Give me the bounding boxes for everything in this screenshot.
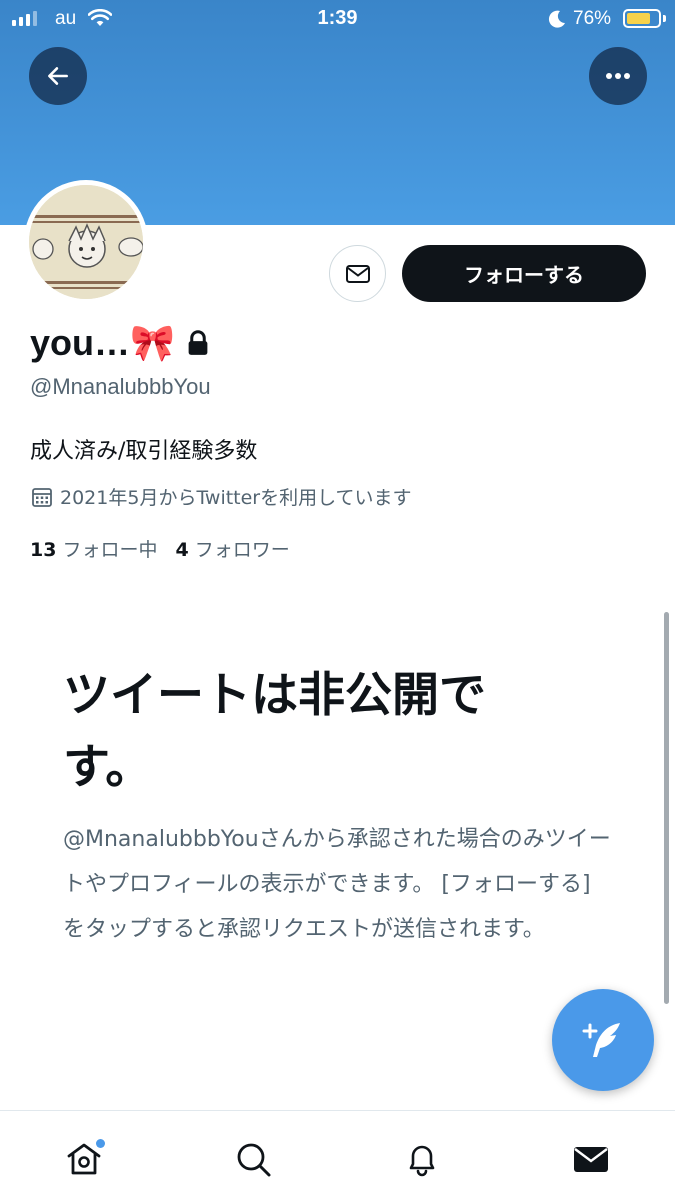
arrow-left-icon (48, 67, 68, 85)
envelope-icon (574, 1147, 608, 1172)
following-label: フォロー中 (62, 539, 158, 561)
display-name: you…🎀 (30, 322, 175, 363)
tab-messages[interactable] (561, 1129, 621, 1189)
followers-count: 4 (175, 539, 189, 561)
moon-icon (548, 10, 565, 28)
search-icon (237, 1143, 271, 1177)
scroll-indicator[interactable] (664, 612, 669, 1004)
follow-stats: 13 フォロー中 4 フォロワー (30, 535, 290, 562)
followers-link[interactable]: 4 フォロワー (175, 535, 289, 562)
calendar-icon (32, 487, 52, 507)
message-button[interactable] (329, 245, 386, 302)
status-bar: au 1:39 76% (0, 0, 675, 40)
tab-home[interactable] (54, 1129, 114, 1189)
bottom-tab-bar (0, 1110, 675, 1200)
following-link[interactable]: 13 フォロー中 (30, 535, 157, 562)
back-button[interactable] (29, 47, 87, 105)
joined-text: 2021年5月からTwitterを利用しています (60, 487, 412, 509)
profile-avatar[interactable] (24, 180, 148, 304)
compose-tweet-button[interactable] (552, 989, 654, 1091)
following-count: 13 (30, 539, 57, 561)
follow-button[interactable]: フォローする (402, 245, 646, 302)
tab-notifications[interactable] (392, 1129, 452, 1189)
profile-name-row: you…🎀 (30, 322, 213, 364)
avatar-image (29, 185, 143, 299)
joined-date: 2021年5月からTwitterを利用しています (30, 483, 412, 510)
battery-level (627, 13, 650, 24)
battery-percent: 76% (573, 8, 612, 29)
home-new-indicator (96, 1139, 105, 1148)
lock-icon (188, 330, 208, 355)
bell-icon (409, 1145, 435, 1177)
battery-icon (623, 9, 661, 28)
more-options-button[interactable] (589, 47, 647, 105)
compose-tweet-icon (582, 1023, 620, 1057)
profile-bio: 成人済み/取引経験多数 (30, 439, 258, 464)
tab-search[interactable] (223, 1129, 283, 1189)
followers-label: フォロワー (194, 539, 290, 561)
envelope-icon (345, 264, 370, 283)
private-notice-description: @MnanalubbbYouさんから承認された場合のみツイートやプロフィールの表… (63, 827, 611, 942)
more-horizontal-icon (606, 73, 630, 79)
profile-handle: @MnanalubbbYou (30, 374, 211, 399)
private-notice-title: ツイートは非公開です。 (63, 668, 486, 795)
